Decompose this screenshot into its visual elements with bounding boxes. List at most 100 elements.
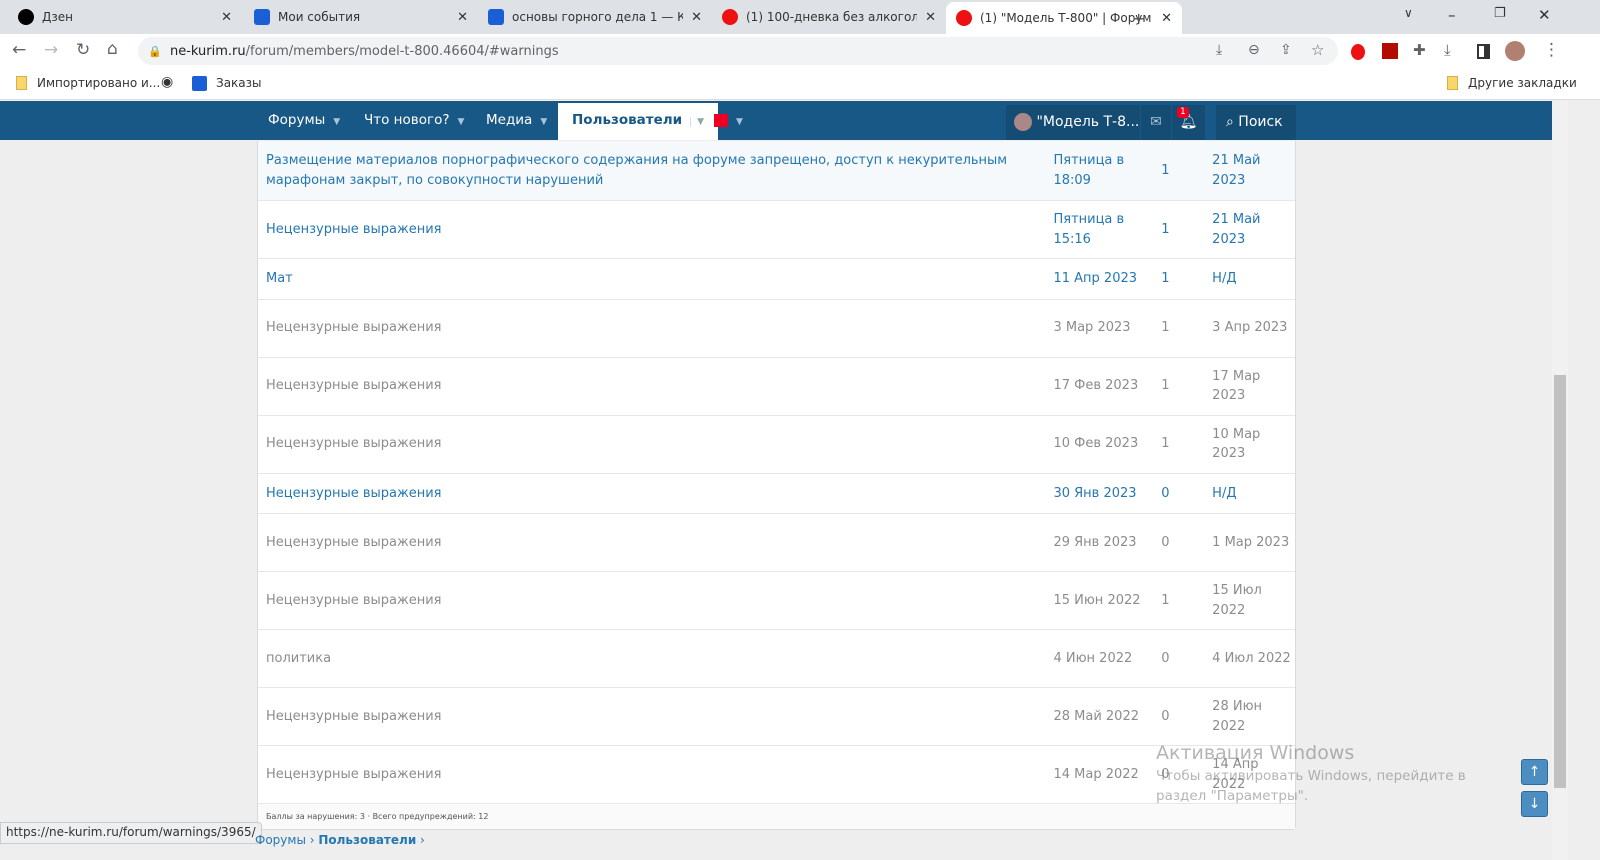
opera-ext-icon[interactable]: [1351, 44, 1365, 60]
watermark-text: Чтобы активировать Windows, перейдите в …: [1156, 768, 1466, 804]
extensions-icon[interactable]: ✚: [1413, 41, 1426, 59]
pen-icon: [254, 9, 270, 25]
warning-points: 0: [1161, 708, 1170, 724]
table-row[interactable]: Размещение материалов порнографического …: [258, 141, 1295, 201]
search-icon: ⌕: [1226, 114, 1234, 130]
warning-points: 1: [1161, 378, 1170, 394]
star-icon[interactable]: ☆: [1311, 41, 1324, 59]
table-row[interactable]: Нецензурные выражения 28 Май 2022 0 28 И…: [258, 688, 1295, 746]
warning-title[interactable]: Нецензурные выражения: [258, 308, 1053, 348]
warning-date: 10 Фев 2023: [1053, 436, 1139, 452]
warning-title[interactable]: Нецензурные выражения: [258, 523, 1053, 563]
warning-date: 28 Май 2022: [1053, 708, 1139, 724]
warning-title[interactable]: Нецензурные выражения: [258, 366, 1053, 406]
browser-tab[interactable]: Дзен ✕: [8, 0, 242, 34]
breadcrumb-members[interactable]: Пользователи: [318, 833, 416, 847]
warning-date: 3 Мар 2023: [1053, 320, 1131, 336]
nav-media[interactable]: Медиа ▼: [486, 101, 547, 140]
close-tab-icon[interactable]: ✕: [691, 10, 702, 25]
nav-sos[interactable]: ▼: [714, 101, 743, 140]
bookmark-imported[interactable]: Импортировано и...: [37, 76, 160, 90]
bookmark-orders[interactable]: Заказы: [216, 76, 262, 90]
table-row[interactable]: Нецензурные выражения 15 Июн 2022 1 15 И…: [258, 572, 1295, 630]
watermark-title: Активация Windows: [1156, 742, 1355, 764]
breadcrumb-forums[interactable]: Форумы: [255, 833, 306, 847]
menu-icon[interactable]: ⋮: [1543, 40, 1560, 60]
table-row[interactable]: Нецензурные выражения 10 Фев 2023 1 10 М…: [258, 416, 1295, 474]
warning-title[interactable]: Размещение материалов порнографического …: [258, 141, 1053, 200]
pen-icon: [192, 76, 207, 91]
warning-title[interactable]: Нецензурные выражения: [258, 755, 1053, 795]
sidepanel-icon[interactable]: [1477, 44, 1490, 59]
warning-expiry: 10 Мар 2023: [1212, 426, 1261, 462]
warning-title[interactable]: политика: [258, 639, 1053, 679]
back-icon[interactable]: ←: [12, 40, 26, 60]
inbox-icon[interactable]: ✉: [1141, 105, 1171, 140]
home-icon[interactable]: ⌂: [107, 39, 118, 59]
table-row[interactable]: Нецензурные выражения 14 Мар 2022 0 14 А…: [258, 746, 1295, 804]
browser-tab[interactable]: основы горного дела 1 — Курс✕: [478, 0, 712, 34]
user-menu[interactable]: "Модель Т-8...: [1006, 105, 1140, 140]
scroll-top-button[interactable]: ↑: [1521, 759, 1548, 785]
install-icon[interactable]: ⤓: [1216, 42, 1222, 58]
warnings-summary: Баллы за нарушения: 3 · Всего предупрежд…: [258, 804, 1295, 829]
warning-title[interactable]: Нецензурные выражения: [258, 581, 1053, 621]
restore-icon[interactable]: ❐: [1494, 6, 1506, 21]
warning-title[interactable]: Нецензурные выражения: [258, 697, 1053, 737]
lock-icon: 🔒: [148, 44, 162, 58]
nav-members[interactable]: Пользователи ▼: [558, 103, 719, 140]
avatar[interactable]: [1505, 41, 1525, 61]
warning-expiry: 28 Июн 2022: [1212, 699, 1263, 734]
no-smoking-icon: [722, 9, 738, 25]
table-row[interactable]: политика 4 Июн 2022 0 4 Июл 2022: [258, 630, 1295, 688]
warning-expiry: 4 Июл 2022: [1212, 650, 1291, 666]
warning-date: 11 Апр 2023: [1053, 271, 1138, 286]
close-tab-icon[interactable]: ✕: [221, 10, 232, 25]
reload-icon[interactable]: ↻: [76, 40, 90, 60]
close-window-icon[interactable]: ✕: [1538, 6, 1551, 24]
zoom-icon[interactable]: ⊖: [1248, 42, 1260, 58]
globe-icon[interactable]: ◉: [161, 74, 173, 90]
table-row[interactable]: Нецензурные выражения 29 Янв 2023 0 1 Ма…: [258, 514, 1295, 572]
minimize-icon[interactable]: –: [1448, 6, 1456, 24]
close-tab-icon[interactable]: ✕: [1161, 11, 1172, 26]
forum-nav: Форумы ▼ Что нового? ▼ Медиа ▼ Пользователи…: [0, 101, 1552, 140]
status-url: https://ne-kurim.ru/forum/warnings/3965/: [0, 822, 262, 844]
table-row[interactable]: Нецензурные выражения Пятница в 15:16 1 …: [258, 201, 1295, 259]
warning-title[interactable]: Нецензурные выражения: [258, 424, 1053, 464]
warning-expiry: 17 Мар 2023: [1212, 368, 1261, 404]
download-icon[interactable]: ⤓: [1444, 41, 1451, 59]
bookmarks-bar: Импортировано и... ◉ Заказы Другие закла…: [0, 68, 1600, 100]
forward-icon[interactable]: →: [44, 40, 58, 60]
address-bar[interactable]: 🔒 ne-kurim.ru/forum/members/model-t-800.…: [138, 37, 1338, 65]
search-button[interactable]: ⌕ Поиск: [1216, 105, 1296, 140]
alerts-button[interactable]: 🔔︎ 1: [1172, 105, 1205, 140]
nav-whats-new[interactable]: Что нового? ▼: [364, 101, 464, 140]
plus-icon[interactable]: +: [1132, 9, 1145, 28]
table-row[interactable]: Нецензурные выражения 30 Янв 2023 0 Н/Д: [258, 474, 1295, 514]
warning-date: Пятница в 18:09: [1053, 153, 1125, 188]
warning-title[interactable]: Нецензурные выражения: [258, 210, 1053, 250]
table-row[interactable]: Нецензурные выражения 17 Фев 2023 1 17 М…: [258, 358, 1295, 416]
close-tab-icon[interactable]: ✕: [457, 10, 468, 25]
table-row[interactable]: Нецензурные выражения 3 Мар 2023 1 3 Апр…: [258, 300, 1295, 358]
warning-points: 1: [1161, 221, 1170, 237]
other-bookmarks[interactable]: Другие закладки: [1468, 76, 1577, 90]
browser-tab[interactable]: (1) "Модель Т-800" | Форум бро✕: [946, 2, 1182, 34]
pdf-ext-icon[interactable]: [1382, 43, 1398, 59]
tab-search-icon[interactable]: ∨: [1404, 6, 1413, 20]
browser-tab[interactable]: (1) 100-дневка без алкоголя - С✕: [712, 0, 946, 34]
share-icon[interactable]: ⇪: [1280, 42, 1292, 58]
browser-tab[interactable]: Мои события ✕: [244, 0, 478, 34]
close-tab-icon[interactable]: ✕: [925, 10, 936, 25]
table-row[interactable]: Мат 11 Апр 2023 1 Н/Д: [258, 259, 1295, 300]
warning-title[interactable]: Мат: [258, 259, 1053, 299]
nav-forums[interactable]: Форумы ▼: [268, 101, 340, 140]
scrollbar[interactable]: [1552, 101, 1568, 860]
scroll-bottom-button[interactable]: ↓: [1521, 791, 1548, 817]
scrollbar-thumb[interactable]: [1554, 375, 1566, 788]
warning-date: 15 Июн 2022: [1053, 592, 1141, 608]
warning-points: 1: [1161, 592, 1170, 608]
warnings-table: Размещение материалов порнографического …: [257, 141, 1296, 830]
warning-title[interactable]: Нецензурные выражения: [258, 474, 1053, 514]
